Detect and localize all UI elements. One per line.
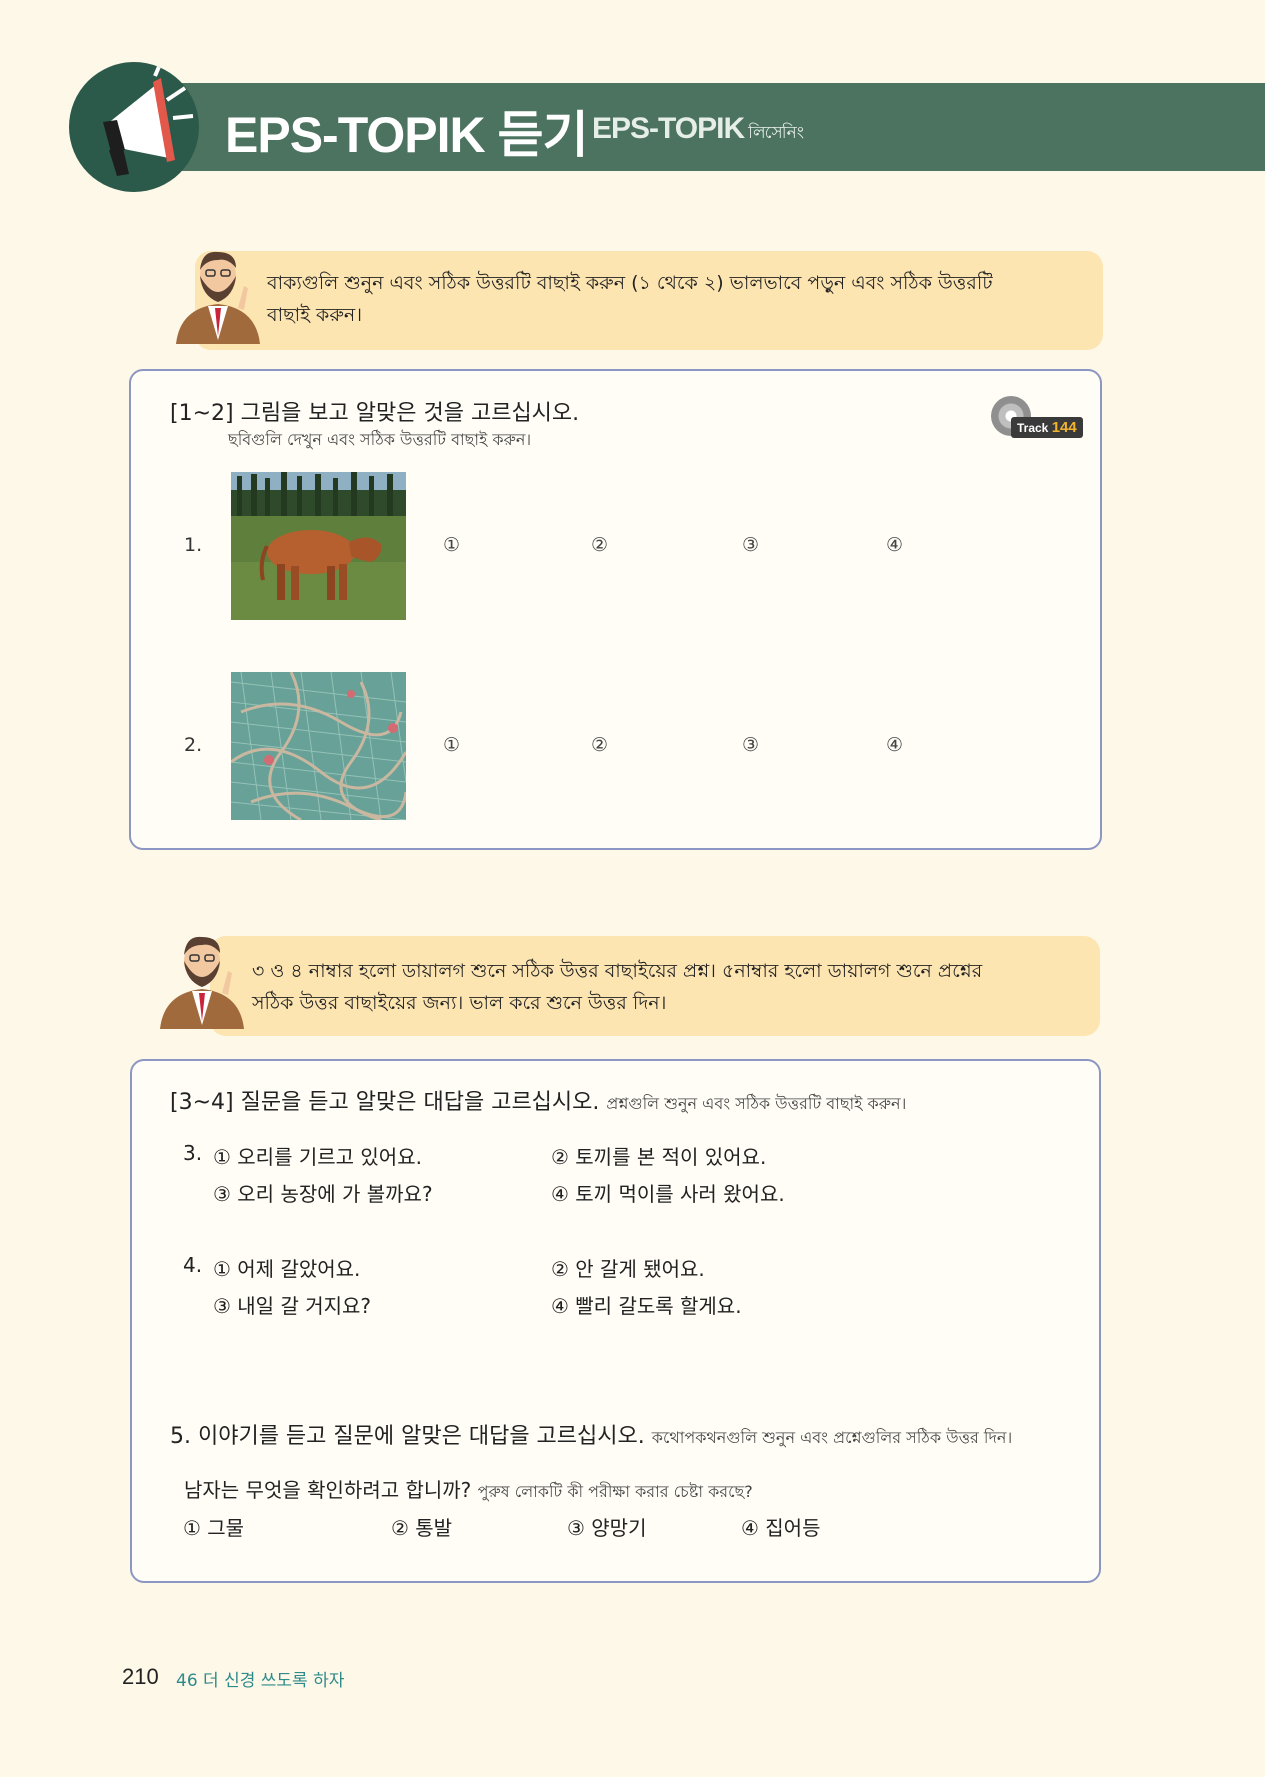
question-1-number: 1.	[184, 534, 203, 556]
q1-choice-1[interactable]: ①	[443, 534, 460, 556]
q2-choice-1[interactable]: ①	[443, 734, 460, 756]
instruction-bubble-2: ৩ ও ৪ নাম্বার হলো ডায়ালগ শুনে সঠিক উত্ত…	[210, 936, 1100, 1036]
track-number: 144	[1051, 419, 1077, 436]
q3-option-2[interactable]: ② 토끼를 본 적이 있어요.	[551, 1141, 766, 1170]
question-5-text: 남자는 무엇을 확인하려고 합니까?	[184, 1478, 472, 1502]
section-1-heading: [1~2] 그림을 보고 알맞은 것을 고르십시오.	[170, 401, 580, 426]
fishing-net-image	[231, 672, 406, 820]
q4-option-3[interactable]: ③ 내일 갈 거지요?	[213, 1290, 371, 1319]
q1-choice-4[interactable]: ④	[886, 534, 903, 556]
question-4-number: 4.	[183, 1253, 203, 1277]
q2-choice-3[interactable]: ③	[742, 734, 759, 756]
track-label: Track	[1017, 421, 1049, 435]
question-5-prompt: 남자는 무엇을 확인하려고 합니까? পুরুষ লোকটি কী পরীক্ষ…	[184, 1474, 753, 1506]
question-5-text-translation: পুরুষ লোকটি কী পরীক্ষা করার চেষ্টা করছে?	[477, 1482, 753, 1501]
megaphone-icon	[69, 62, 199, 192]
cow-image	[231, 472, 406, 620]
q4-option-2[interactable]: ② 안 갈게 됐어요.	[551, 1253, 705, 1282]
q2-choice-2[interactable]: ②	[591, 734, 608, 756]
section-1-translation: ছবিগুলি দেখুন এবং সঠিক উত্তরটি বাছাই করু…	[228, 430, 532, 449]
q3-option-4[interactable]: ④ 토끼 먹이를 사러 왔어요.	[551, 1178, 785, 1207]
teacher-icon	[152, 931, 252, 1035]
q5-option-3[interactable]: ③ 양망기	[567, 1512, 647, 1541]
question-3-number: 3.	[183, 1141, 203, 1165]
question-5-heading: 5. 이야기를 듣고 질문에 알맞은 대답을 고르십시오. কথোপকথনগুল…	[170, 1418, 1012, 1452]
q2-choice-4[interactable]: ④	[886, 734, 903, 756]
q5-option-1[interactable]: ① 그물	[183, 1512, 244, 1541]
track-badge[interactable]: Track 144	[1011, 417, 1083, 438]
instruction-2-line-1: ৩ ও ৪ নাম্বার হলো ডায়ালগ শুনে সঠিক উত্ত…	[252, 960, 983, 982]
teacher-icon	[168, 246, 268, 350]
question-2-number: 2.	[184, 734, 203, 756]
instruction-1-line-2: বাছাই করুন।	[267, 304, 363, 326]
page-number: 210	[122, 1664, 159, 1689]
page-subtitle-small: লিসেনিং	[748, 123, 804, 142]
section-2-translation: প্রশ্নগুলি শুনুন এবং সঠিক উত্তরটি বাছাই …	[606, 1094, 907, 1113]
instruction-2-line-2: সঠিক উত্তর বাছাইয়ের জন্য। ভাল করে শুনে …	[252, 992, 667, 1014]
instruction-1-line-1: বাক্যগুলি শুনুন এবং সঠিক উত্তরটি বাছাই ক…	[267, 272, 993, 294]
section-2-heading-text: [3~4] 질문을 듣고 알맞은 대답을 고르십시오.	[170, 1090, 600, 1115]
section-2-heading: [3~4] 질문을 듣고 알맞은 대답을 고르십시오. প্রশ্নগুলি শ…	[170, 1084, 906, 1118]
q4-option-4[interactable]: ④ 빨리 갈도록 할게요.	[551, 1290, 742, 1319]
question-5-heading-text: 5. 이야기를 듣고 질문에 알맞은 대답을 고르십시오.	[170, 1424, 645, 1449]
page-title: EPS-TOPIK 듣기	[225, 107, 588, 163]
q4-option-1[interactable]: ① 어제 갈았어요.	[213, 1253, 360, 1282]
page-subtitle-text: EPS-TOPIK	[592, 112, 745, 145]
q1-choice-2[interactable]: ②	[591, 534, 608, 556]
instruction-bubble-1: বাক্যগুলি শুনুন এবং সঠিক উত্তরটি বাছাই ক…	[195, 251, 1103, 350]
lesson-title: 46 더 신경 쓰도록 하자	[176, 1671, 345, 1691]
question-5-translation: কথোপকথনগুলি শুনুন এবং প্রশ্নেগুলির সঠিক …	[651, 1428, 1013, 1447]
q5-option-2[interactable]: ② 통발	[391, 1512, 452, 1541]
q3-option-3[interactable]: ③ 오리 농장에 가 볼까요?	[213, 1178, 433, 1207]
q3-option-1[interactable]: ① 오리를 기르고 있어요.	[213, 1141, 422, 1170]
page-subtitle: EPS-TOPIK লিসেনিং	[592, 112, 804, 148]
q5-option-4[interactable]: ④ 집어등	[741, 1512, 821, 1541]
q1-choice-3[interactable]: ③	[742, 534, 759, 556]
